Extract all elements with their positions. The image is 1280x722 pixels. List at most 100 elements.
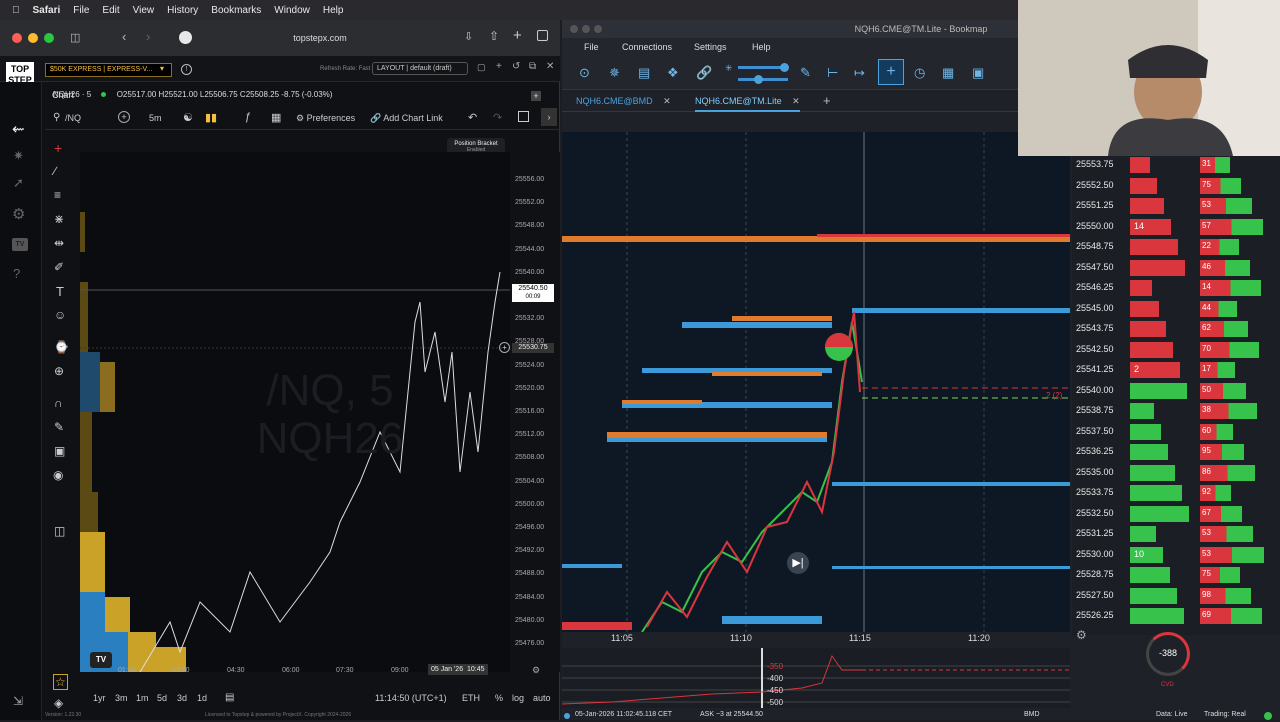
ladder-row[interactable]: 25528.75 75 bbox=[1072, 565, 1280, 585]
bar-style-icon[interactable]: ☯ bbox=[183, 111, 193, 124]
account-selector[interactable]: $50K EXPRESS | EXPRESS-V... bbox=[45, 63, 172, 77]
bm-target-icon[interactable]: ⊙ bbox=[579, 65, 590, 81]
session-toggle[interactable]: ETH bbox=[462, 693, 480, 703]
bm-zoom-thumb[interactable] bbox=[754, 75, 763, 84]
bm-tab-tm-close-icon[interactable]: ✕ bbox=[792, 96, 800, 106]
ladder-row[interactable]: 25531.25 53 bbox=[1072, 524, 1280, 544]
bm-speed-icon[interactable]: ◷ bbox=[914, 65, 925, 81]
ladder-row[interactable]: 25547.50 46 bbox=[1072, 258, 1280, 278]
undo-icon[interactable]: ↶ bbox=[468, 111, 477, 124]
fib-icon[interactable]: ≡ bbox=[54, 188, 61, 202]
range-1m[interactable]: 1m bbox=[136, 693, 149, 703]
add-order-icon[interactable]: + bbox=[499, 342, 510, 353]
ladder-row[interactable]: 25550.00 14 57 bbox=[1072, 217, 1280, 237]
close-window-button[interactable] bbox=[12, 33, 22, 43]
bm-menu-help[interactable]: Help bbox=[752, 42, 771, 52]
zoom-window-button[interactable] bbox=[44, 33, 54, 43]
bm-tab-tm[interactable]: NQH6.CME@TM.Lite ✕ bbox=[695, 96, 800, 112]
bm-tab-bmd-close-icon[interactable]: ✕ bbox=[663, 96, 671, 106]
symbol-input[interactable]: /NQ bbox=[65, 113, 81, 123]
tabs-overview-icon[interactable] bbox=[537, 30, 548, 41]
preferences-button[interactable]: ⚙ Preferences bbox=[296, 113, 355, 124]
layout-reset-icon[interactable]: ↺ bbox=[512, 61, 520, 72]
bm-measure-icon[interactable]: ⊢ bbox=[827, 65, 838, 81]
url-field[interactable]: topstepx.com bbox=[205, 29, 435, 47]
time-settings-icon[interactable]: ⚙ bbox=[532, 665, 540, 676]
indicators-icon[interactable]: ƒ bbox=[245, 111, 251, 123]
bm-tab-bmd[interactable]: NQH6.CME@BMD ✕ bbox=[576, 96, 671, 107]
range-3d[interactable]: 3d bbox=[177, 693, 187, 703]
trendline-icon[interactable]: ∕ bbox=[54, 164, 56, 178]
ladder-row[interactable]: 25537.50 60 bbox=[1072, 422, 1280, 442]
bm-menu-settings[interactable]: Settings bbox=[694, 42, 727, 52]
range-1d[interactable]: 1d bbox=[197, 693, 207, 703]
templates-icon[interactable]: ▦ bbox=[271, 111, 281, 124]
forward-icon[interactable]: › bbox=[146, 29, 150, 44]
bm-menu-file[interactable]: File bbox=[584, 42, 599, 52]
ladder-row[interactable]: 25536.25 95 bbox=[1072, 442, 1280, 462]
bm-contrast-thumb[interactable] bbox=[780, 63, 789, 72]
download-icon[interactable]: ⇩ bbox=[464, 30, 473, 43]
price-axis[interactable]: 25556.00 25552.00 25548.00 25544.00 25540.00… bbox=[510, 152, 560, 672]
interval-selector[interactable]: 5m bbox=[149, 113, 162, 123]
ladder-row[interactable]: 25540.00 50 bbox=[1072, 381, 1280, 401]
menu-app-name[interactable]: Safari bbox=[33, 5, 61, 16]
bm-link-icon[interactable]: 🔗 bbox=[696, 65, 712, 81]
redo-icon[interactable]: ↷ bbox=[493, 111, 502, 124]
ladder-row[interactable]: 25530.00 10 53 bbox=[1072, 545, 1280, 565]
ladder-row[interactable]: 25553.75 31 bbox=[1072, 155, 1280, 175]
back-icon[interactable]: ‹ bbox=[122, 29, 126, 44]
percent-toggle[interactable]: % bbox=[495, 693, 503, 703]
layout-delete-icon[interactable]: ▢ bbox=[477, 62, 486, 73]
chart-icon[interactable]: ⇜ bbox=[12, 120, 25, 138]
help-icon[interactable]: ? bbox=[13, 266, 20, 281]
bm-settings-gear-icon[interactable]: ⚙ bbox=[1076, 628, 1087, 642]
new-tab-icon[interactable]: + bbox=[513, 27, 522, 44]
ladder-row[interactable]: 25543.75 62 bbox=[1072, 319, 1280, 339]
bm-cube-icon[interactable]: ❖ bbox=[667, 65, 679, 81]
text-icon[interactable]: T bbox=[56, 284, 64, 299]
ladder-row[interactable]: 25527.50 98 bbox=[1072, 586, 1280, 606]
share-icon[interactable]: ⇧ bbox=[489, 29, 499, 43]
ladder-row[interactable]: 25548.75 22 bbox=[1072, 237, 1280, 257]
expand-right-icon[interactable]: › bbox=[541, 108, 557, 126]
range-5d[interactable]: 5d bbox=[157, 693, 167, 703]
trash-icon[interactable]: ◫ bbox=[54, 524, 65, 538]
bm-zoom-slider[interactable] bbox=[738, 78, 788, 81]
accounts-icon[interactable]: ✷ bbox=[13, 148, 24, 164]
minimize-window-button[interactable] bbox=[28, 33, 38, 43]
ladder-row[interactable]: 25551.25 53 bbox=[1072, 196, 1280, 216]
ladder-row[interactable]: 25542.50 70 bbox=[1072, 340, 1280, 360]
tradingview-icon[interactable]: TV bbox=[12, 238, 28, 251]
compare-add-icon[interactable]: + bbox=[118, 111, 130, 123]
bm-lock-icon[interactable]: ▣ bbox=[972, 65, 984, 81]
sidebar-icon[interactable]: ◫ bbox=[70, 31, 80, 44]
auto-toggle[interactable]: auto bbox=[533, 693, 551, 703]
menu-window[interactable]: Window bbox=[274, 5, 310, 16]
bm-crosshair-icon[interactable]: + bbox=[878, 59, 904, 85]
clock-text[interactable]: 11:14:50 (UTC+1) bbox=[375, 693, 447, 703]
date-range-icon[interactable]: ▤ bbox=[225, 692, 234, 703]
analytics-icon[interactable]: ➚ bbox=[13, 175, 24, 191]
account-dropdown-icon[interactable]: ▾ bbox=[160, 64, 164, 73]
emoji-icon[interactable]: ☺ bbox=[54, 308, 66, 322]
bm-network-icon[interactable]: ✵ bbox=[609, 65, 620, 81]
menu-help[interactable]: Help bbox=[323, 5, 344, 16]
menu-history[interactable]: History bbox=[167, 5, 198, 16]
dom-ladder[interactable]: 25553.75 31 25552.50 75 25551.25 53 25550.00 14… bbox=[1072, 155, 1280, 635]
settings-icon[interactable]: ⚙ bbox=[12, 205, 25, 223]
ladder-row[interactable]: 25541.25 2 17 bbox=[1072, 360, 1280, 380]
layout-selector[interactable]: LAYOUT | default (draft) bbox=[372, 62, 468, 75]
ladder-row[interactable]: 25552.50 75 bbox=[1072, 176, 1280, 196]
bm-menu-connections[interactable]: Connections bbox=[622, 42, 672, 52]
crosshair-icon[interactable]: + bbox=[54, 140, 62, 156]
ladder-row[interactable]: 25533.75 92 bbox=[1072, 483, 1280, 503]
zoom-icon[interactable]: ⊕ bbox=[54, 364, 64, 378]
price-chart[interactable]: /NQ, 5 NQH26 TV bbox=[80, 152, 510, 672]
replay-icon[interactable]: ▶| bbox=[787, 552, 809, 574]
ladder-row[interactable]: 25526.25 69 bbox=[1072, 606, 1280, 626]
log-toggle[interactable]: log bbox=[512, 693, 524, 703]
menu-view[interactable]: View bbox=[133, 5, 155, 16]
layout-add-icon[interactable]: + bbox=[496, 61, 502, 72]
candle-icon[interactable]: ▮▮ bbox=[205, 111, 217, 124]
